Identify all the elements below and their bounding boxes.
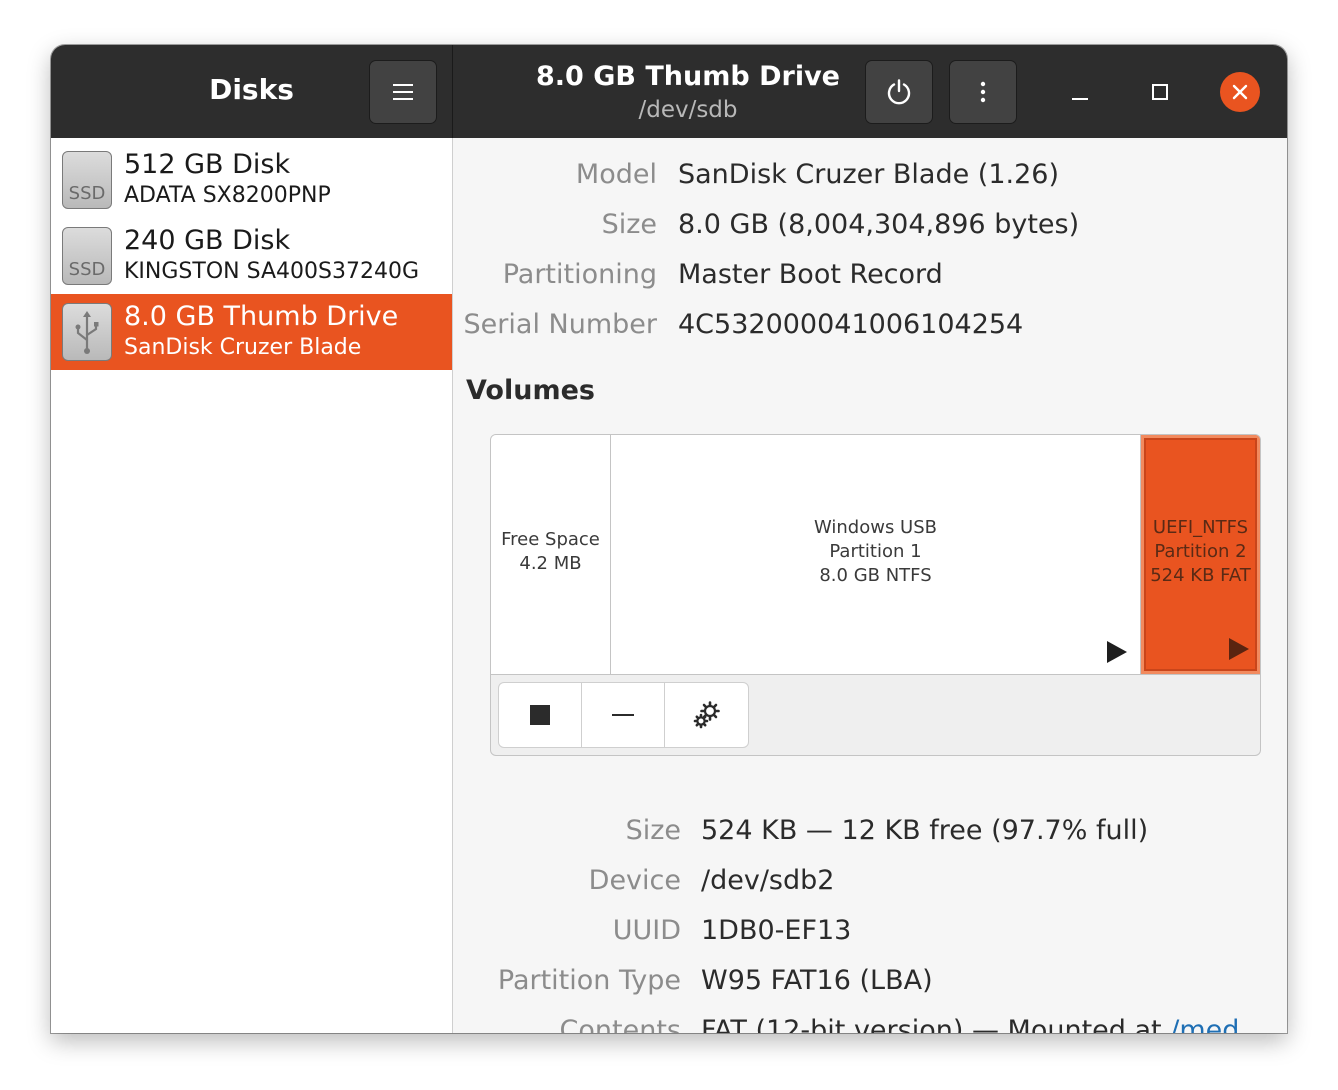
drive-item-512gb[interactable]: SSD 512 GB Disk ADATA SX8200PNP [51,142,452,218]
header-bar: Disks 8.0 GB Thumb Drive /dev/sdb [51,45,1287,138]
usb-icon [62,303,112,361]
ssd-icon: SSD [62,151,112,209]
gears-icon [693,701,720,729]
drive-title: 8.0 GB Thumb Drive [536,61,840,92]
uuid-value: 1DB0-EF13 [701,915,852,946]
volume-map-frame: Free Space 4.2 MB Windows USB Partition … [490,434,1261,756]
volume-partition-number: Partition 1 [829,541,922,562]
drive-name: 512 GB Disk [124,149,291,180]
size-label: Size [601,209,657,240]
sidebar-header: Disks [51,45,453,138]
uuid-label: UUID [612,915,681,946]
volume-partition-number: Partition 2 [1154,541,1247,562]
delete-partition-button[interactable] [582,683,665,747]
ssd-icon-label: SSD [68,259,106,280]
maximize-button[interactable] [1140,72,1180,112]
contents-text: FAT (12-bit version) — Mounted at [701,1015,1171,1033]
partition-type-label: Partition Type [497,965,681,996]
drive-list: SSD 512 GB Disk ADATA SX8200PNP SSD 240 … [51,138,453,1033]
volumes-heading: Volumes [466,375,595,406]
maximize-icon [1152,84,1168,100]
model-value: SanDisk Cruzer Blade (1.26) [678,159,1059,190]
volume-toolbar [498,682,749,748]
play-icon [1229,638,1249,660]
volume-free-space[interactable]: Free Space 4.2 MB [491,435,611,674]
minimize-button[interactable] [1060,72,1100,112]
kebab-menu-icon [980,81,986,103]
drive-model: SanDisk Cruzer Blade [124,335,362,360]
stop-icon [530,705,550,725]
volume-label: Windows USB [813,517,938,538]
drive-item-thumb-drive[interactable]: 8.0 GB Thumb Drive SanDisk Cruzer Blade [51,294,452,370]
drive-details: Model SanDisk Cruzer Blade (1.26) Size 8… [453,138,1287,1033]
minimize-icon [1072,98,1088,100]
drive-options-button[interactable] [949,60,1017,124]
volume-partition-2[interactable]: UEFI_NTFS Partition 2 524 KB FAT [1141,435,1260,674]
partitioning-value: Master Boot Record [678,259,943,290]
partitioning-label: Partitioning [502,259,657,290]
unmount-button[interactable] [499,683,582,747]
close-icon [1232,84,1248,100]
volume-label: UEFI_NTFS [1152,517,1249,538]
close-button[interactable] [1220,72,1260,112]
drive-item-240gb[interactable]: SSD 240 GB Disk KINGSTON SA400S37240G [51,218,452,294]
disks-window: Disks 8.0 GB Thumb Drive /dev/sdb SSD 51… [51,45,1287,1033]
play-icon [1107,641,1127,663]
volume-map: Free Space 4.2 MB Windows USB Partition … [491,435,1260,675]
ssd-icon: SSD [62,227,112,285]
size-value: 8.0 GB (8,004,304,896 bytes) [678,209,1080,240]
volume-size-fs: 8.0 GB NTFS [819,565,932,586]
serial-number-value: 4C532000041006104254 [678,309,1024,340]
volume-label: Free Space [501,529,600,550]
ssd-icon-label: SSD [68,183,106,204]
volume-size-label: Size [625,815,681,846]
serial-number-label: Serial Number [463,309,657,340]
contents-label: Contents [559,1015,681,1033]
volume-size-value: 524 KB — 12 KB free (97.7% full) [701,815,1149,846]
device-value: /dev/sdb2 [701,865,835,896]
volume-partition-1[interactable]: Windows USB Partition 1 8.0 GB NTFS [611,435,1141,674]
model-label: Model [575,159,657,190]
partition-type-value: W95 FAT16 (LBA) [701,965,933,996]
drive-subtitle: /dev/sdb [638,97,738,123]
drive-model: KINGSTON SA400S37240G [124,259,420,284]
hamburger-menu-icon [393,84,413,100]
drive-name: 8.0 GB Thumb Drive [124,301,399,332]
hamburger-menu-button[interactable] [369,60,437,124]
contents-value: FAT (12-bit version) — Mounted at /med… [701,1015,1266,1033]
minus-icon [612,714,634,716]
power-icon [887,79,911,105]
drive-model: ADATA SX8200PNP [124,183,331,208]
volume-size: 4.2 MB [519,553,582,574]
partition-options-button[interactable] [665,683,748,747]
device-label: Device [588,865,681,896]
drive-name: 240 GB Disk [124,225,291,256]
mount-point-link[interactable]: /med… [1170,1015,1266,1033]
power-off-button[interactable] [865,60,933,124]
volume-size-fs: 524 KB FAT [1150,565,1251,586]
